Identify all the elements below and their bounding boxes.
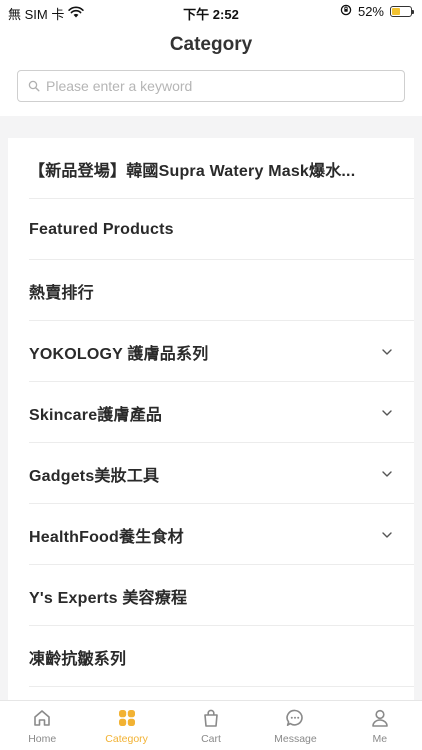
- tab-category[interactable]: Category: [84, 701, 168, 750]
- chevron-down-icon[interactable]: [382, 531, 392, 538]
- category-item[interactable]: HealthFood養生食材: [8, 504, 414, 565]
- category-item[interactable]: 【新品登場】韓國Supra Watery Mask爆水...: [8, 138, 414, 199]
- cart-icon: [200, 707, 222, 729]
- category-item-label: Featured Products: [29, 220, 174, 238]
- tab-message-label: Message: [274, 733, 317, 745]
- search-box[interactable]: [17, 70, 405, 102]
- tab-cart[interactable]: Cart: [169, 701, 253, 750]
- category-item[interactable]: 凍齡抗皺系列: [8, 626, 414, 687]
- category-item-label: 【新品登場】韓國Supra Watery Mask爆水...: [29, 162, 356, 180]
- orientation-lock-icon: [340, 4, 352, 19]
- category-item-label: HealthFood養生食材: [29, 528, 184, 546]
- tab-cart-label: Cart: [201, 733, 221, 745]
- category-item-label: 凍齡抗皺系列: [29, 650, 127, 668]
- category-item[interactable]: YOKOLOGY 護膚品系列: [8, 321, 414, 382]
- category-item[interactable]: 熱賣排行: [8, 260, 414, 321]
- tab-me-label: Me: [372, 733, 388, 745]
- category-item[interactable]: Gadgets美妝工具: [8, 443, 414, 504]
- tab-message[interactable]: Message: [253, 701, 337, 750]
- battery-level-fill: [392, 8, 401, 15]
- tab-me[interactable]: Me: [338, 701, 422, 750]
- tab-bar: Home Category Cart Message Me: [0, 700, 422, 750]
- battery-icon: [390, 6, 414, 17]
- search-input[interactable]: [46, 78, 404, 94]
- category-item-label: Skincare護膚產品: [29, 406, 163, 424]
- chevron-down-icon[interactable]: [382, 348, 392, 355]
- category-item-label: YOKOLOGY 護膚品系列: [29, 345, 209, 363]
- message-icon: [284, 707, 306, 729]
- battery-percent: 52%: [357, 4, 384, 19]
- user-icon: [369, 707, 391, 729]
- status-right: 52%: [340, 4, 414, 19]
- category-item[interactable]: Y's Experts 美容療程: [8, 565, 414, 626]
- category-item[interactable]: Skincare護膚產品: [8, 382, 414, 443]
- category-item-label: 熱賣排行: [29, 284, 94, 302]
- tab-home-label: Home: [28, 733, 57, 745]
- category-item[interactable]: Featured Products: [8, 199, 414, 260]
- status-bar: 無 SIM 卡 下午 2:52 52%: [0, 0, 422, 24]
- category-icon: [116, 707, 138, 729]
- chevron-down-icon[interactable]: [382, 409, 392, 416]
- home-icon: [31, 707, 53, 729]
- search-icon: [28, 80, 40, 92]
- page-title: Category: [169, 34, 253, 55]
- tab-category-label: Category: [105, 733, 148, 745]
- tab-home[interactable]: Home: [0, 701, 84, 750]
- category-item-label: Gadgets美妝工具: [29, 467, 160, 485]
- category-list: 【新品登場】韓國Supra Watery Mask爆水... Featured P…: [8, 138, 414, 700]
- header: Category: [0, 24, 422, 116]
- chevron-down-icon[interactable]: [382, 470, 392, 477]
- category-item-label: Y's Experts 美容療程: [29, 589, 188, 607]
